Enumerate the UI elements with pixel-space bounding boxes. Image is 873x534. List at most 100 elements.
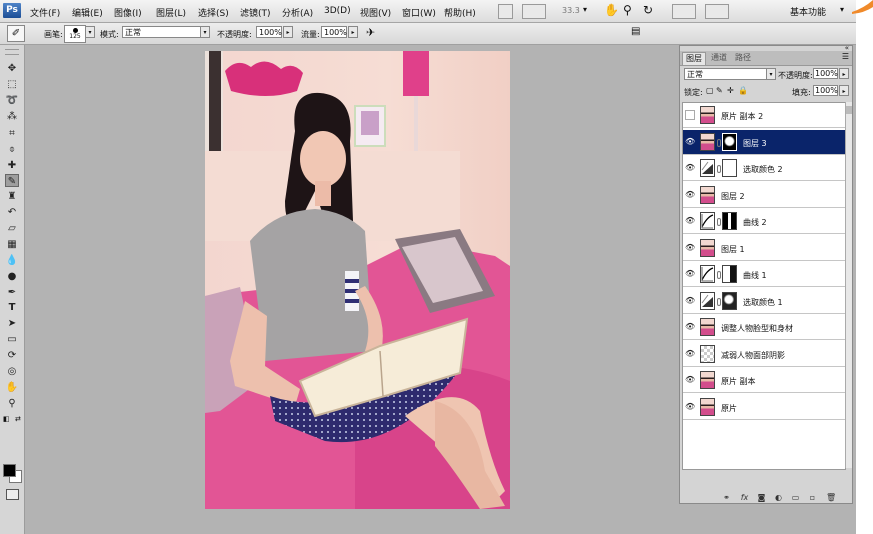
lock-position-icon[interactable]: ✛ — [727, 86, 734, 95]
move-tool-icon[interactable]: ✥ — [5, 62, 19, 75]
launch-bridge-icon[interactable] — [498, 4, 513, 19]
arrange-documents-icon[interactable] — [672, 4, 696, 19]
3d-rotate-tool-icon[interactable]: ⟳ — [5, 349, 19, 362]
photoshop-logo[interactable]: Ps — [3, 3, 21, 18]
group-icon[interactable]: ▭ — [791, 493, 800, 502]
layer-row[interactable]: 👁 选取颜色 1 — [683, 289, 845, 314]
layer-row[interactable]: 👁 调整人物脸型和身材 — [683, 315, 845, 340]
adjustment-icon[interactable]: ◐ — [774, 493, 783, 502]
lock-transparent-icon[interactable]: ▢ — [706, 86, 714, 95]
tab-channels[interactable]: 通道 — [708, 52, 730, 64]
gradient-tool-icon[interactable]: ▦ — [5, 238, 19, 251]
layer-thumbnail[interactable] — [700, 318, 715, 336]
lock-image-icon[interactable]: ✎ — [716, 86, 723, 95]
menu-analysis[interactable]: 分析(A) — [282, 6, 313, 19]
rotate-view-icon[interactable]: ↻ — [643, 3, 653, 17]
healing-tool-icon[interactable]: ✚ — [5, 159, 19, 172]
tool-preset-picker[interactable]: ✐ — [7, 25, 25, 42]
eye-icon[interactable]: 👁 — [685, 322, 695, 331]
menu-help[interactable]: 帮助(H) — [444, 6, 476, 19]
marquee-tool-icon[interactable]: ⬚ — [5, 78, 19, 91]
type-tool-icon[interactable]: T — [5, 301, 19, 314]
quick-select-tool-icon[interactable]: ⁂ — [5, 110, 19, 123]
blend-mode-select[interactable]: 正常 — [684, 68, 776, 80]
path-select-tool-icon[interactable]: ➤ — [5, 317, 19, 330]
lock-all-icon[interactable]: 🔒 — [738, 86, 748, 95]
hand-tool-icon[interactable]: ✋ — [5, 381, 19, 394]
toolbox-grip[interactable] — [5, 49, 19, 55]
eye-icon[interactable]: 👁 — [685, 296, 695, 305]
menu-3d[interactable]: 3D(D) — [324, 6, 351, 16]
menu-edit[interactable]: 编辑(E) — [72, 6, 103, 19]
mask-link-icon[interactable] — [717, 165, 721, 173]
brush-tool-icon[interactable]: ✎ — [5, 174, 19, 187]
dodge-tool-icon[interactable]: ● — [5, 270, 19, 283]
swap-colors-icon[interactable]: ⇄ — [15, 415, 21, 423]
eye-icon[interactable]: 👁 — [685, 243, 695, 252]
layer-opacity-input[interactable]: 100% — [813, 68, 838, 79]
menu-image[interactable]: 图像(I) — [114, 6, 142, 19]
quick-mask-icon[interactable] — [6, 489, 19, 500]
menu-layer[interactable]: 图层(L) — [156, 6, 186, 19]
mask-link-icon[interactable] — [717, 218, 721, 226]
layer-row[interactable]: 👁 图层 3 — [683, 129, 845, 155]
layer-row[interactable]: 👁 原片 — [683, 395, 845, 420]
mask-link-icon[interactable] — [717, 138, 721, 147]
mask-link-icon[interactable] — [717, 271, 721, 279]
view-extras-icon[interactable] — [522, 4, 546, 19]
fx-icon[interactable]: fx — [740, 493, 749, 502]
tab-paths[interactable]: 路径 — [732, 52, 754, 64]
eye-icon[interactable]: 👁 — [685, 216, 695, 225]
layer-thumbnail[interactable] — [700, 185, 715, 204]
flow-slider-icon[interactable]: ▸ — [348, 26, 358, 38]
layer-mask-thumbnail[interactable] — [722, 132, 737, 151]
layer-mask-thumbnail[interactable] — [722, 265, 737, 283]
flow-input[interactable]: 100% — [321, 26, 347, 38]
eye-icon[interactable]: 👁 — [685, 137, 695, 146]
brush-preset-picker[interactable]: 125 — [64, 25, 86, 43]
mode-select[interactable]: 正常 — [122, 26, 210, 38]
zoom-level[interactable]: 33.3 — [562, 6, 580, 15]
layer-thumbnail[interactable] — [700, 371, 715, 389]
layer-row[interactable]: 👁 减弱人物面部阴影 — [683, 342, 845, 367]
layer-row[interactable]: 👁 曲线 2 — [683, 209, 845, 234]
eye-icon[interactable]: 👁 — [685, 269, 695, 278]
mask-link-icon[interactable] — [717, 297, 721, 306]
eyedropper-tool-icon[interactable]: ⌽ — [5, 143, 19, 156]
layers-scrollbar[interactable] — [845, 102, 852, 468]
visibility-toggle[interactable] — [685, 110, 695, 120]
layer-thumbnail[interactable] — [700, 238, 715, 257]
layer-row[interactable]: 👁 曲线 1 — [683, 262, 845, 287]
screen-mode-icon[interactable] — [705, 4, 729, 19]
layer-thumbnail[interactable] — [700, 344, 715, 363]
airbrush-icon[interactable]: ✈ — [366, 26, 375, 39]
menu-select[interactable]: 选择(S) — [198, 6, 229, 19]
foreground-color-swatch[interactable] — [3, 464, 16, 477]
zoom-tool-icon[interactable]: ⚲ — [5, 397, 19, 410]
zoom-dropdown-icon[interactable]: ▾ — [583, 5, 587, 14]
default-colors-icon[interactable]: ◧ — [3, 415, 10, 423]
eye-icon[interactable]: 👁 — [685, 190, 695, 199]
add-mask-icon[interactable]: ◙ — [757, 493, 766, 502]
hand-icon[interactable]: ✋ — [604, 3, 619, 17]
brush-panel-icon[interactable]: ▤ — [631, 26, 640, 37]
layer-thumbnail[interactable] — [700, 397, 715, 416]
eye-icon[interactable]: 👁 — [685, 402, 695, 411]
3d-orbit-tool-icon[interactable]: ◎ — [5, 365, 19, 378]
menu-file[interactable]: 文件(F) — [30, 6, 60, 19]
eye-icon[interactable]: 👁 — [685, 349, 695, 358]
selective-color-icon[interactable] — [700, 291, 715, 310]
canvas-document[interactable] — [205, 51, 510, 509]
layer-mask-thumbnail[interactable] — [722, 291, 737, 310]
lasso-tool-icon[interactable]: ➰ — [5, 94, 19, 107]
eye-icon[interactable]: 👁 — [685, 375, 695, 384]
crop-tool-icon[interactable]: ⌗ — [5, 127, 19, 140]
menu-view[interactable]: 视图(V) — [360, 6, 391, 19]
layer-thumbnail[interactable] — [700, 106, 715, 124]
layer-row[interactable]: 👁 图层 1 — [683, 236, 845, 261]
layer-mask-thumbnail[interactable] — [722, 159, 737, 177]
brush-dropdown-icon[interactable]: ▾ — [85, 26, 95, 38]
opacity-input[interactable]: 100% — [256, 26, 282, 38]
panel-menu-icon[interactable]: ☰ — [842, 52, 849, 61]
curves-icon[interactable] — [700, 212, 715, 230]
